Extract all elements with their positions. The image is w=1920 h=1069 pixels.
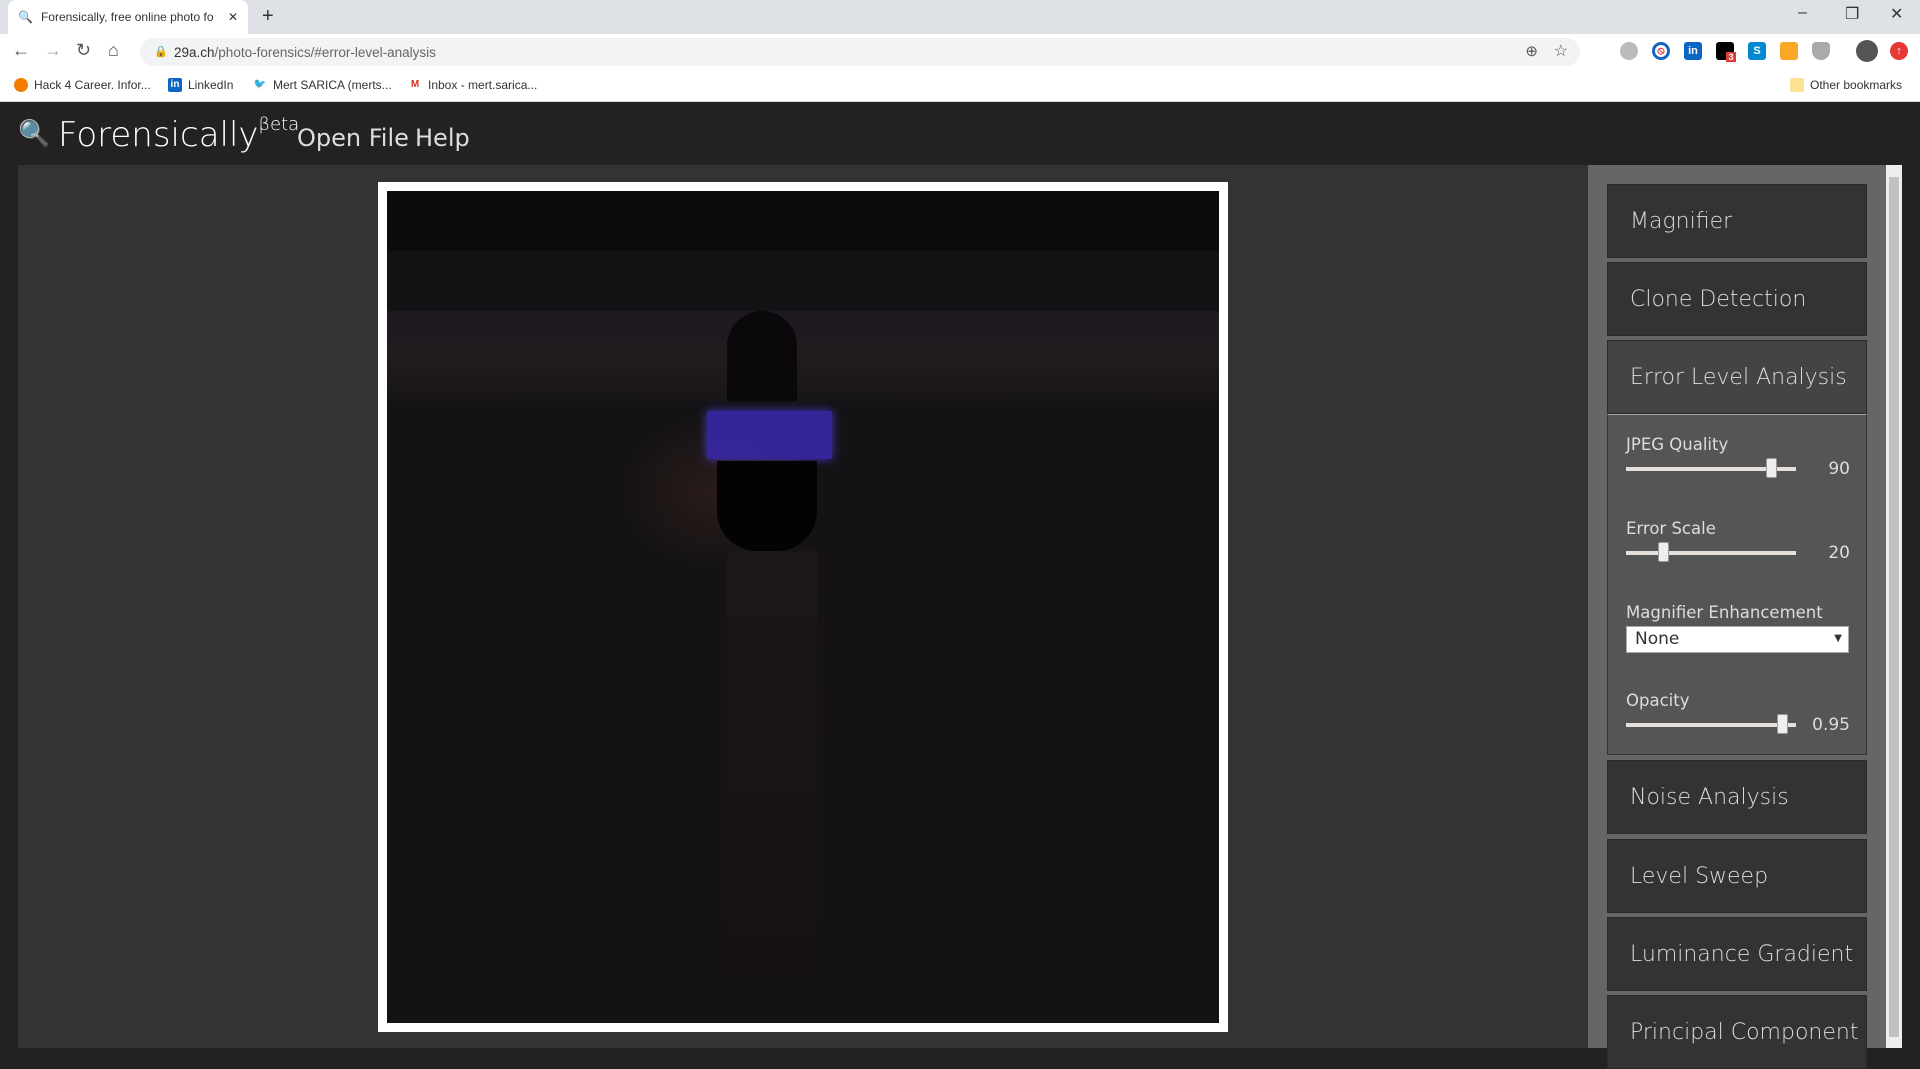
slider-thumb[interactable]: [1777, 714, 1789, 734]
ela-settings-panel: JPEG Quality 90 Error Scale 20 Magnifier…: [1607, 414, 1867, 755]
magnifier-logo-icon: 🔍: [18, 118, 51, 148]
bookmark-item[interactable]: in LinkedIn: [168, 78, 233, 92]
logo-text: Forensically: [58, 115, 259, 155]
error-scale-slider[interactable]: [1626, 542, 1796, 562]
folder-icon: [1790, 78, 1804, 92]
tool-luminance-gradient[interactable]: Luminance Gradient: [1607, 917, 1867, 991]
zoom-icon[interactable]: ⊕: [1525, 42, 1538, 60]
other-bookmarks[interactable]: Other bookmarks: [1790, 78, 1902, 92]
linkedin-extension-icon[interactable]: in: [1684, 42, 1702, 60]
bookmark-item[interactable]: 🐦 Mert SARICA (merts...: [253, 78, 392, 92]
new-tab-button[interactable]: +: [262, 5, 274, 28]
bookmark-label: Inbox - mert.sarica...: [428, 78, 538, 92]
image-frame: [378, 182, 1228, 1032]
gmail-icon: M: [410, 79, 420, 90]
close-window-button[interactable]: ✕: [1890, 4, 1903, 24]
jpeg-quality-label: JPEG Quality: [1626, 435, 1729, 454]
magnifier-favicon-icon: 🔍: [18, 10, 33, 24]
shield-extension-icon[interactable]: [1812, 42, 1830, 60]
tool-noise-analysis[interactable]: Noise Analysis: [1607, 760, 1867, 834]
open-file-link[interactable]: Open File: [297, 124, 409, 152]
app-header: 🔍 Forensicallyβeta Open File Help: [0, 102, 1920, 165]
magnifier-enhancement-label: Magnifier Enhancement: [1626, 603, 1823, 622]
toolbar: ← → ↻ ⌂ 🔒 29a.ch/photo-forensics/#error-…: [0, 34, 1920, 70]
logo-beta: βeta: [258, 113, 300, 135]
help-link[interactable]: Help: [415, 124, 470, 152]
lock-icon: 🔒: [154, 46, 168, 58]
s-extension-icon[interactable]: S: [1748, 42, 1766, 60]
back-icon[interactable]: ←: [12, 40, 30, 61]
magnifier-enhancement-select[interactable]: None ▼: [1626, 626, 1849, 653]
slider-thumb[interactable]: [1657, 542, 1669, 562]
app-logo: Forensicallyβeta: [58, 113, 300, 155]
scrollbar-thumb[interactable]: [1889, 177, 1899, 1037]
arrow-extension-icon[interactable]: [1780, 42, 1798, 60]
bookmark-label: LinkedIn: [188, 78, 234, 92]
bookmark-star-icon[interactable]: ☆: [1554, 41, 1568, 61]
tool-level-sweep[interactable]: Level Sweep: [1607, 839, 1867, 913]
tool-error-level-analysis[interactable]: Error Level Analysis: [1607, 340, 1867, 414]
opacity-value: 0.95: [1812, 715, 1850, 735]
block-extension-icon[interactable]: ⦸: [1652, 42, 1670, 60]
url-host: 29a.ch: [174, 44, 215, 60]
avatar[interactable]: [1856, 40, 1878, 62]
error-scale-value: 20: [1828, 543, 1850, 563]
jpeg-quality-value: 90: [1828, 459, 1850, 479]
select-value: None: [1635, 629, 1680, 649]
bookmark-label: Mert SARICA (merts...: [273, 78, 392, 92]
tool-clone-detection[interactable]: Clone Detection: [1607, 262, 1867, 336]
restore-button[interactable]: ❐: [1845, 4, 1859, 24]
close-tab-icon[interactable]: ✕: [228, 10, 238, 24]
linkedin-icon: in: [168, 78, 182, 92]
tab-title: Forensically, free online photo fo: [40, 10, 214, 24]
hack4career-icon: [14, 78, 28, 92]
extension-badge: 3: [1726, 52, 1736, 62]
opacity-label: Opacity: [1626, 691, 1690, 710]
url-path: /photo-forensics/#error-level-analysis: [214, 44, 436, 60]
minimize-button[interactable]: –: [1798, 4, 1807, 22]
tool-magnifier[interactable]: Magnifier: [1607, 184, 1867, 258]
jpeg-quality-slider[interactable]: [1626, 458, 1796, 478]
bookmark-label: Hack 4 Career. Infor...: [34, 78, 151, 92]
forward-icon[interactable]: →: [44, 40, 62, 61]
sidebar-scrollbar[interactable]: [1886, 165, 1902, 1048]
bookmark-item[interactable]: M Inbox - mert.sarica...: [408, 78, 538, 92]
bookmark-item[interactable]: Hack 4 Career. Infor...: [14, 78, 151, 92]
ela-result-image[interactable]: [387, 191, 1219, 1023]
dropdown-arrow-icon: ▼: [1834, 633, 1842, 644]
counter-extension-icon[interactable]: 3: [1716, 42, 1736, 62]
update-icon[interactable]: ↑: [1890, 42, 1908, 60]
address-bar[interactable]: 🔒 29a.ch/photo-forensics/#error-level-an…: [140, 38, 1580, 66]
reload-icon[interactable]: ↻: [76, 40, 91, 61]
twitter-icon: 🐦: [253, 79, 267, 90]
tool-sidebar: Magnifier Clone Detection Error Level An…: [1588, 165, 1886, 1069]
home-icon[interactable]: ⌂: [108, 40, 119, 61]
opacity-slider[interactable]: [1626, 714, 1796, 734]
error-scale-label: Error Scale: [1626, 519, 1716, 538]
tool-principal-component[interactable]: Principal Component: [1607, 995, 1867, 1069]
bookmarks-bar: Hack 4 Career. Infor... in LinkedIn 🐦 Mert…: [0, 70, 1920, 102]
browser-tab[interactable]: 🔍 Forensically, free online photo fo ✕: [8, 0, 248, 34]
other-bookmarks-label: Other bookmarks: [1810, 78, 1903, 92]
globe-extension-icon[interactable]: [1620, 42, 1638, 60]
tab-strip: 🔍 Forensically, free online photo fo ✕ +…: [0, 0, 1920, 34]
slider-thumb[interactable]: [1765, 458, 1777, 478]
